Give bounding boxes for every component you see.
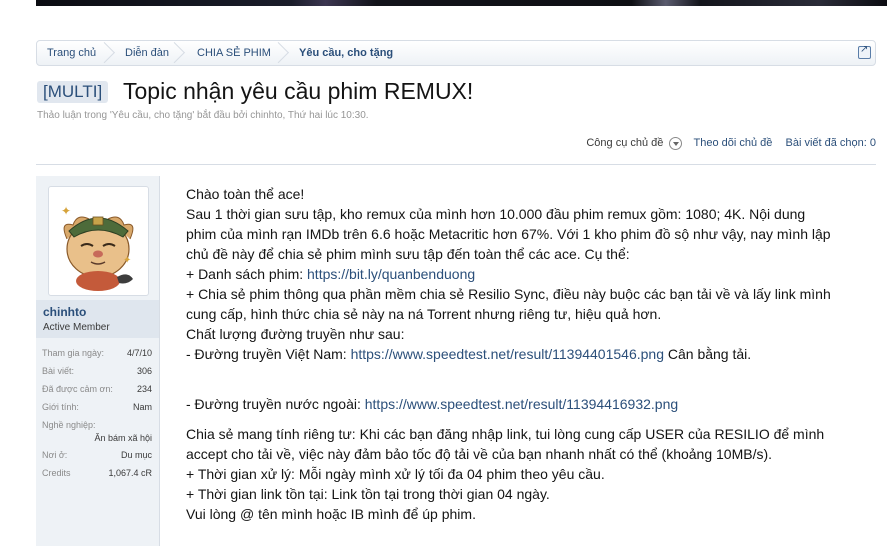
post-line: Chia sẻ mang tính riêng tư: Khi các bạn … xyxy=(186,426,825,442)
list-label: + Danh sách phim: xyxy=(186,266,308,282)
stat-row-credits: Credits 1,067.4 cR xyxy=(36,466,159,484)
stat-value: 1,067.4 cR xyxy=(108,468,152,478)
thread-prefix-badge[interactable]: [MULTI] xyxy=(37,81,109,103)
post-line: phim của mình rạn IMDb trên 6.6 hoặc Met… xyxy=(186,226,831,242)
intl-speedtest-link[interactable]: https://www.speedtest.net/result/1139441… xyxy=(365,396,678,412)
stat-label: Đã được cảm ơn: xyxy=(42,384,113,394)
user-info-panel: ✦ ✦ chinhto Active Member Tham gia ngày:… xyxy=(36,176,160,546)
breadcrumb-separator xyxy=(281,41,291,65)
stat-row-join-date: Tham gia ngày: 4/7/10 xyxy=(36,346,159,364)
stat-label: Bài viết: xyxy=(42,366,75,376)
post-line: + Thời gian xử lý: Mỗi ngày mình xử lý t… xyxy=(186,466,605,482)
post-line: + Danh sách phim: https://bit.ly/quanben… xyxy=(186,264,876,284)
stat-value: Nam xyxy=(132,402,152,412)
vn-suffix: Cân bằng tải. xyxy=(663,346,752,362)
user-stats: Tham gia ngày: 4/7/10 Bài viết: 306 Đã đ… xyxy=(36,346,159,484)
user-title: Active Member xyxy=(43,322,110,333)
stat-label: Nơi ở: xyxy=(42,450,68,460)
user-name-block: chinhto Active Member xyxy=(36,300,159,338)
stat-label: Credits xyxy=(42,468,71,478)
vn-label: - Đường truyền Việt Nam: xyxy=(186,346,351,362)
avatar[interactable]: ✦ ✦ xyxy=(53,191,144,291)
post-line: + Thời gian link tồn tại: Link tồn tại t… xyxy=(186,486,550,502)
post-body: Chào toàn thể ace! Sau 1 thời gian sưu t… xyxy=(186,184,876,524)
header-banner xyxy=(36,0,887,6)
stat-value: Du mục xyxy=(120,450,152,460)
post-line: accept cho tải về, việc này đảm bảo tốc … xyxy=(186,446,773,462)
external-link-icon[interactable] xyxy=(858,44,871,59)
breadcrumb-category[interactable]: CHIA SẺ PHIM xyxy=(197,41,271,65)
stat-value: 4/7/10 xyxy=(126,348,152,358)
stat-label: Nghề nghiệp: xyxy=(42,420,96,430)
stat-value: Ăn bám xã hội xyxy=(94,433,152,443)
thread-tools: Công cụ chủ đề Theo dõi chủ đề Bài viết … xyxy=(586,136,876,150)
intl-label: - Đường truyền nước ngoài: xyxy=(186,396,365,412)
thread-meta: Thảo luận trong 'Yêu cầu, cho tặng' bắt … xyxy=(37,110,369,121)
post-line: chủ đề này để chia sẻ phim mình sưu tập … xyxy=(186,246,630,262)
stat-value: 234 xyxy=(136,384,152,394)
breadcrumb-forums[interactable]: Diễn đàn xyxy=(125,41,169,65)
breadcrumb: Trang chủ Diễn đàn CHIA SẺ PHIM Yêu cầu,… xyxy=(36,40,876,66)
movie-list-link[interactable]: https://bit.ly/quanbenduong xyxy=(307,266,475,282)
breadcrumb-home[interactable]: Trang chủ xyxy=(47,41,96,65)
post-line: - Đường truyền nước ngoài: https://www.s… xyxy=(186,394,876,414)
stat-row-gender: Giới tính: Nam xyxy=(36,400,159,418)
post-greeting: Chào toàn thể ace! xyxy=(186,186,305,202)
post-line: + Chia sẻ phim thông qua phần mềm chia s… xyxy=(186,286,831,302)
username-link[interactable]: chinhto xyxy=(43,305,86,319)
thread-title: Topic nhận yêu cầu phim REMUX! xyxy=(123,78,474,104)
stat-row-thanks: Đã được cảm ơn: 234 xyxy=(36,382,159,400)
svg-text:✦: ✦ xyxy=(61,204,71,218)
stat-row-posts: Bài viết: 306 xyxy=(36,364,159,382)
stat-row-occupation: Nghề nghiệp: Ăn bám xã hội xyxy=(36,418,159,448)
chevron-down-icon[interactable] xyxy=(669,137,683,150)
stat-label: Giới tính: xyxy=(42,402,79,412)
stat-value[interactable]: 306 xyxy=(137,366,152,376)
selected-posts-link[interactable]: Bài viết đã chọn: 0 xyxy=(785,136,876,150)
post-line: - Đường truyền Việt Nam: https://www.spe… xyxy=(186,344,876,364)
post-line: Sau 1 thời gian sưu tập, kho remux của m… xyxy=(186,206,806,222)
svg-text:✦: ✦ xyxy=(123,255,131,266)
breadcrumb-current-forum[interactable]: Yêu cầu, cho tặng xyxy=(299,41,393,65)
post-line: Vui lòng @ tên mình hoặc IB mình để úp p… xyxy=(186,506,476,522)
avatar-frame[interactable]: ✦ ✦ xyxy=(48,186,149,296)
divider xyxy=(36,164,876,165)
vn-speedtest-link[interactable]: https://www.speedtest.net/result/1139440… xyxy=(351,346,664,362)
breadcrumb-separator xyxy=(107,41,117,65)
thread-tools-menu[interactable]: Công cụ chủ đề xyxy=(586,136,663,150)
post-line: Chất lượng đường truyền như sau: xyxy=(186,326,405,342)
post-line: cung cấp, hình thức chia sẻ này na ná To… xyxy=(186,306,662,322)
stat-row-location: Nơi ở: Du mục xyxy=(36,448,159,466)
watch-thread-link[interactable]: Theo dõi chủ đề xyxy=(694,136,773,150)
breadcrumb-separator xyxy=(177,41,187,65)
stat-label: Tham gia ngày: xyxy=(42,348,105,358)
